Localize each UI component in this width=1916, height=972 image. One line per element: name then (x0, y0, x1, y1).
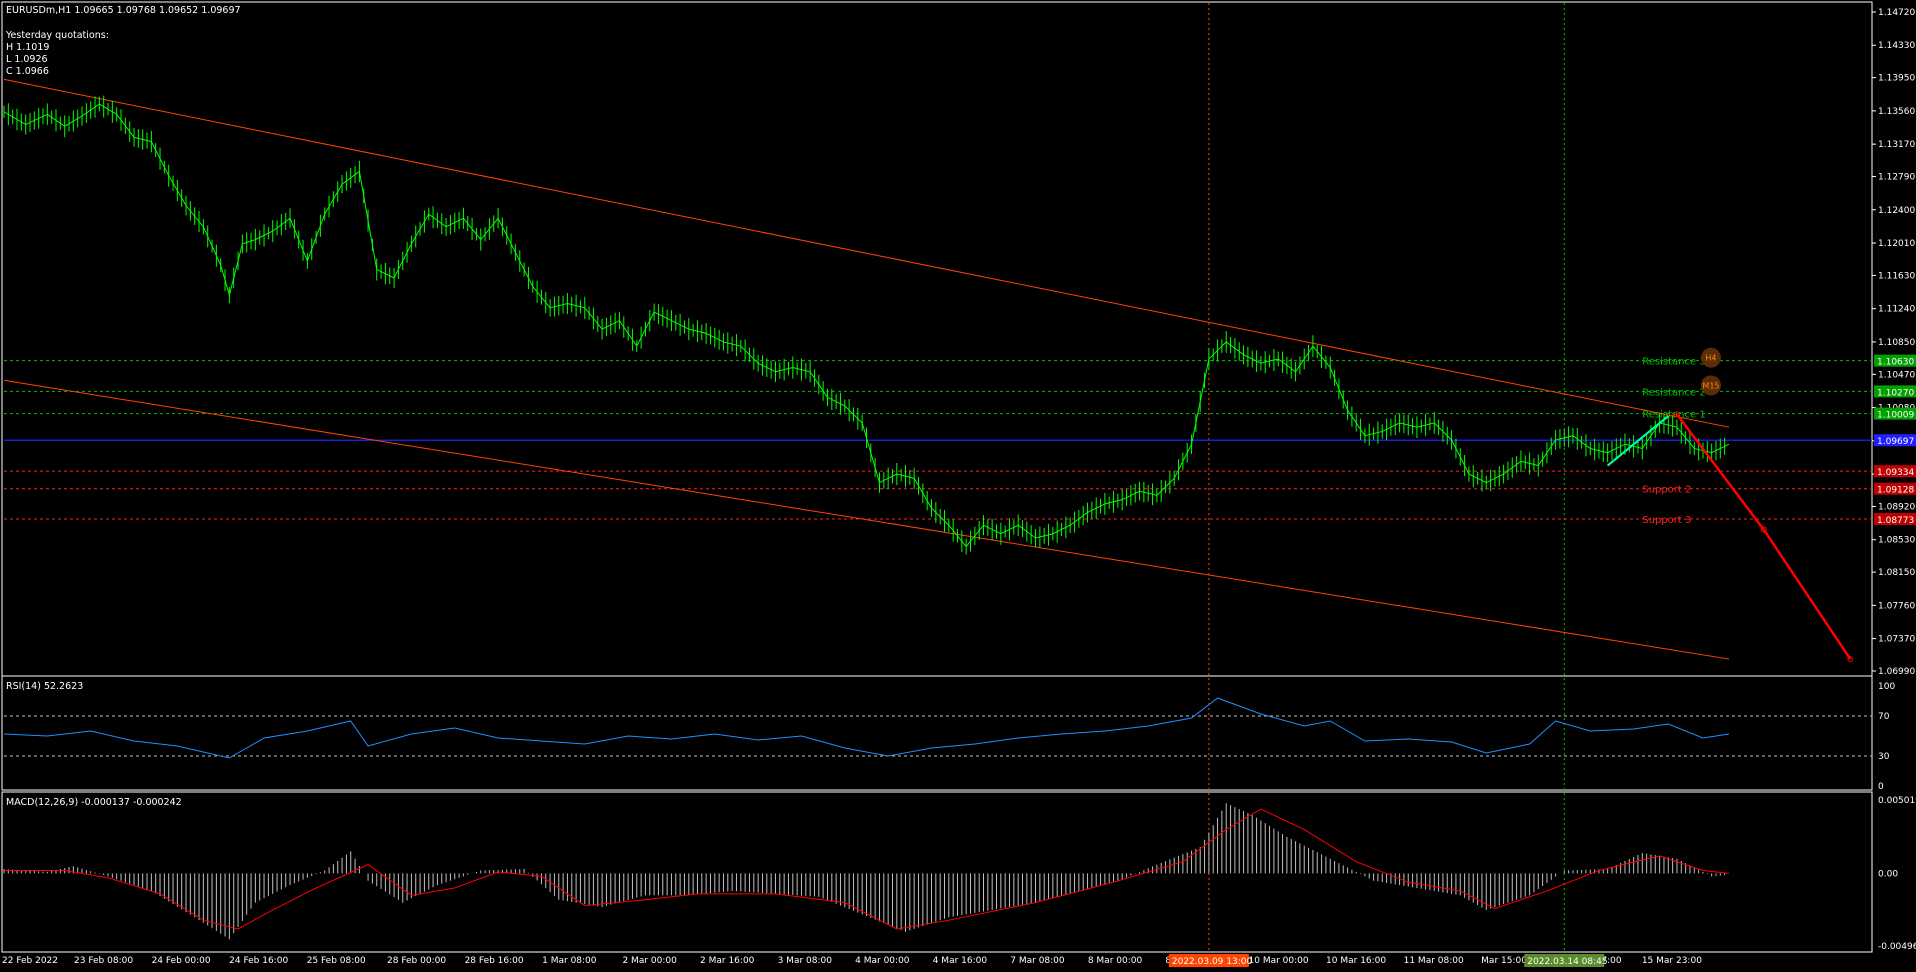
level-value-label: 1.10270 (1877, 388, 1914, 398)
rsi-tick-label: 0 (1878, 782, 1884, 792)
y-tick-label: 1.07370 (1878, 635, 1915, 645)
rsi-line (3, 697, 1730, 759)
price-series (3, 95, 1730, 555)
x-tick-label: 23 Feb 08:00 (74, 956, 133, 966)
timeframe-badge-label: M15 (1702, 381, 1719, 390)
x-tick-label: 2 Mar 16:00 (700, 956, 755, 966)
macd-tick-label: 0.00 (1878, 869, 1898, 879)
y-tick-label: 1.12790 (1878, 173, 1915, 183)
rsi-tick-label: 100 (1878, 682, 1895, 692)
trend-channel (3, 78, 1730, 660)
yesterday-low: L 1.0926 (6, 54, 48, 65)
x-tick-label: 4 Mar 00:00 (855, 956, 910, 966)
x-tick-label: 11 Mar 08:00 (1404, 956, 1464, 966)
y-tick-label: 1.07760 (1878, 601, 1915, 611)
level-value-label: 1.09697 (1877, 437, 1914, 447)
x-tick-label: 1 Mar 08:00 (542, 956, 597, 966)
yesterday-high: H 1.1019 (6, 42, 49, 53)
x-tick-label: 2 Mar 00:00 (622, 956, 677, 966)
timeframe-badge-label: H4 (1705, 354, 1716, 363)
y-tick-label: 1.14330 (1878, 41, 1915, 51)
x-tick-label: 8 Mar 00:00 (1088, 956, 1143, 966)
level-label: Resistance 3 (1642, 357, 1705, 368)
price-panel-frame (1, 1, 1873, 677)
macd-series (3, 803, 1730, 940)
y-tick-label: 1.08150 (1878, 568, 1915, 578)
channel-line (3, 379, 1730, 660)
y-tick-label: 1.08920 (1878, 502, 1915, 512)
y-tick-label: 1.06990 (1878, 667, 1915, 677)
x-tick-label: Mar 15:00 (1481, 956, 1527, 966)
y-tick-label: 1.13170 (1878, 140, 1915, 150)
macd-panel-frame (1, 791, 1873, 953)
level-value-label: 1.09128 (1877, 486, 1914, 496)
y-tick-label: 1.13560 (1878, 107, 1915, 117)
y-tick-label: 1.13950 (1878, 74, 1915, 84)
yesterday-close: C 1.0966 (6, 66, 49, 77)
event-label: 2022.03.09 13:00 (1172, 957, 1253, 967)
level-value-label: 1.09334 (1877, 468, 1914, 478)
level-label: Support 2 (1642, 485, 1691, 496)
x-tick-label: 28 Feb 16:00 (465, 956, 524, 966)
rsi-series (3, 697, 1872, 759)
macd-tick-label: -0.004965 (1878, 942, 1916, 952)
y-tick-label: 1.11240 (1878, 305, 1915, 315)
y-tick-label: 1.10470 (1878, 370, 1915, 380)
y-tick-label: 1.12400 (1878, 206, 1915, 216)
y-tick-label: 1.12010 (1878, 239, 1915, 249)
y-tick-label: 1.08530 (1878, 536, 1915, 546)
x-tick-label: 15 Mar 23:00 (1642, 956, 1702, 966)
level-lines: Resistance 3Resistance 2Resistance 1Supp… (4, 357, 1872, 526)
x-tick-label: 24 Feb 00:00 (152, 956, 211, 966)
rsi-tick-label: 70 (1878, 712, 1890, 722)
x-tick-label: 25 Feb 08:00 (307, 956, 366, 966)
price-line (3, 103, 1730, 548)
rsi-panel-frame (1, 675, 1873, 791)
x-tick-label: 28 Feb 00:00 (387, 956, 446, 966)
macd-tick-label: 0.005019 (1878, 796, 1916, 806)
x-tick-label: 7 Mar 08:00 (1010, 956, 1065, 966)
level-value-label: 1.08773 (1877, 516, 1914, 526)
x-tick-label: 10 Mar 16:00 (1326, 956, 1386, 966)
channel-line (3, 78, 1730, 428)
level-value-label: 1.10630 (1877, 358, 1914, 368)
level-label: Support 3 (1642, 515, 1691, 526)
rsi-tick-label: 30 (1878, 752, 1890, 762)
x-tick-label: 10 Mar 00:00 (1249, 956, 1309, 966)
level-label: Resistance 2 (1642, 387, 1705, 398)
x-tick-label: 3 Mar 08:00 (778, 956, 833, 966)
rsi-title: RSI(14) 52.2623 (6, 681, 83, 692)
axes-labels: 1.14720 1.14330 1.13950 1.13560 1.13170 1.127… (2, 8, 1916, 967)
y-tick-label: 1.11630 (1878, 271, 1915, 281)
x-tick-label: 22 Feb 2022 (2, 956, 58, 966)
y-tick-label: 1.10850 (1878, 338, 1915, 348)
yesterday-title: Yesterday quotations: (5, 30, 109, 41)
x-tick-label: 4 Mar 16:00 (933, 956, 988, 966)
trading-chart[interactable]: Resistance 3Resistance 2Resistance 1Supp… (0, 0, 1916, 972)
symbol-ohlc-label: EURUSDm,H1 1.09665 1.09768 1.09652 1.096… (6, 5, 241, 16)
event-label: 2022.03.14 08:45 (1527, 957, 1607, 967)
x-tick-label: 24 Feb 16:00 (229, 956, 288, 966)
level-value-label: 1.10009 (1877, 411, 1914, 421)
macd-title: MACD(12,26,9) -0.000137 -0.000242 (6, 797, 182, 808)
y-tick-label: 1.14720 (1878, 8, 1915, 18)
